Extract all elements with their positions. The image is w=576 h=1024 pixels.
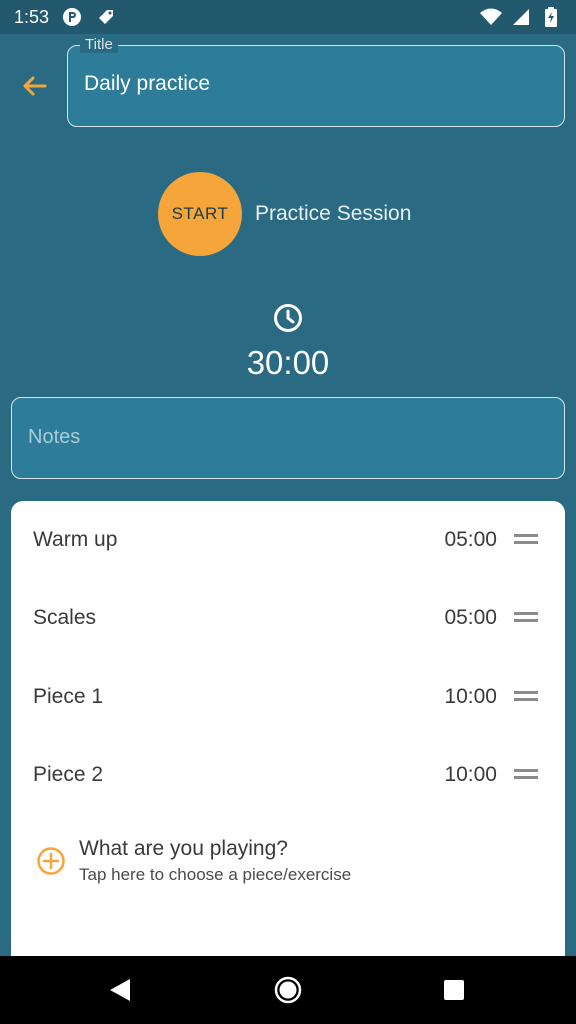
nav-recents-icon[interactable]: [438, 974, 470, 1006]
start-button[interactable]: START: [158, 172, 242, 256]
session-header: START Practice Session: [158, 172, 411, 256]
notification-p-icon: [61, 6, 83, 28]
wifi-icon: [480, 6, 502, 28]
list-item[interactable]: Piece 2 10:00: [11, 745, 565, 805]
drag-handle-icon[interactable]: [514, 691, 538, 703]
clock-icon: [274, 304, 302, 332]
total-time: 30:00: [246, 344, 330, 381]
battery-icon: [540, 6, 562, 28]
navigation-bar: [0, 956, 576, 1024]
item-name: Scales: [33, 606, 97, 629]
item-duration[interactable]: 05:00: [444, 606, 497, 630]
item-duration[interactable]: 10:00: [444, 763, 497, 787]
title-field-label: Title: [80, 36, 118, 53]
add-item-subtitle: Tap here to choose a piece/exercise: [79, 865, 352, 884]
item-duration[interactable]: 05:00: [444, 528, 497, 552]
practice-items-card: Warm up 05:00 Scales 05:00 Piece 1 10:00…: [11, 501, 565, 971]
drag-handle-icon[interactable]: [514, 534, 538, 546]
back-button[interactable]: [18, 70, 50, 102]
drag-handle-icon[interactable]: [514, 769, 538, 781]
title-field-value[interactable]: Daily practice: [84, 72, 210, 96]
item-name: Piece 2: [33, 763, 104, 786]
item-name: Warm up: [33, 528, 118, 551]
signal-icon: [510, 6, 532, 28]
list-item[interactable]: Piece 1 10:00: [11, 667, 565, 727]
arrow-left-icon: [23, 76, 47, 96]
add-item-button[interactable]: What are you playing? Tap here to choose…: [33, 835, 553, 891]
session-label: Practice Session: [255, 202, 412, 225]
add-circle-icon: [37, 847, 65, 875]
item-duration[interactable]: 10:00: [444, 685, 497, 709]
title-field[interactable]: Title Daily practice: [67, 36, 565, 127]
add-item-title: What are you playing?: [79, 837, 288, 860]
status-bar: 1:53: [0, 0, 576, 34]
notification-tag-icon: [95, 6, 117, 28]
notes-field[interactable]: Notes: [11, 397, 565, 479]
list-item[interactable]: Warm up 05:00: [11, 510, 565, 570]
list-item[interactable]: Scales 05:00: [11, 588, 565, 648]
item-name: Piece 1: [33, 685, 104, 708]
drag-handle-icon[interactable]: [514, 612, 538, 624]
nav-back-icon[interactable]: [104, 974, 136, 1006]
status-time: 1:53: [14, 6, 50, 27]
nav-home-icon[interactable]: [272, 974, 304, 1006]
